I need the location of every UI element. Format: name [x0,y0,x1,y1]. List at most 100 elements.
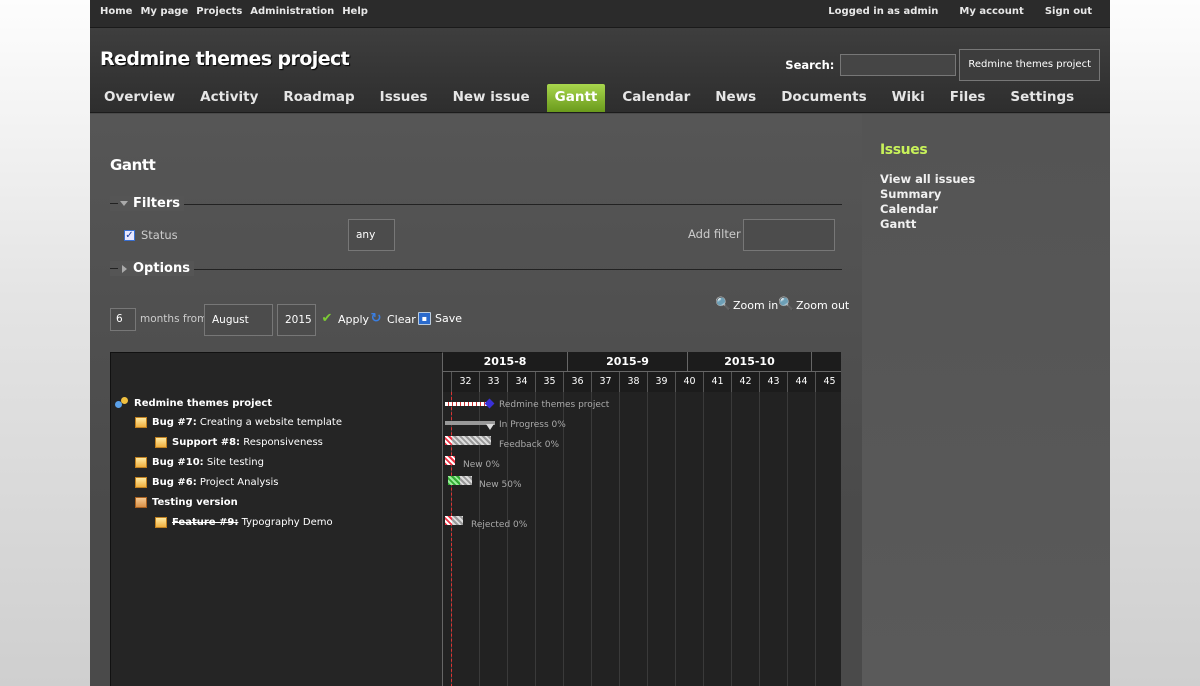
week-header: 42 [732,372,760,392]
status-operator-select[interactable]: any [348,219,395,251]
options-legend-label: Options [133,261,190,276]
filters-legend[interactable]: Filters [110,196,184,211]
gantt-row-issue[interactable]: Feature #9: Typography Demo [155,517,333,528]
week-column [732,392,760,686]
zoom-out-icon: 🔍 [778,297,795,312]
project-bar[interactable] [445,402,489,406]
week-column [760,392,788,686]
issue-bar-label: In Progress 0% [499,420,566,430]
tab-new-issue[interactable]: New issue [445,84,538,112]
zoom-in-label: Zoom in [733,298,779,312]
week-column [564,392,592,686]
gantt-row-version[interactable]: Testing version [135,497,238,508]
options-divider [110,269,842,270]
tab-issues[interactable]: Issues [372,84,436,112]
issue-subject: Project Analysis [199,477,279,488]
top-menu-projects[interactable]: Projects [196,6,242,17]
issue-bar-done [448,476,460,485]
year-select[interactable]: 2015 [277,304,316,336]
search-input[interactable] [840,54,957,76]
week-header: 44 [788,372,816,392]
top-menu-help[interactable]: Help [342,6,368,17]
months-from-label: months from [140,313,208,325]
issue-icon [155,437,167,448]
sidebar-link-calendar[interactable]: Calendar [880,202,1092,217]
gantt-row-issue[interactable]: Bug #6: Project Analysis [135,477,279,488]
sidebar-link-gantt[interactable]: Gantt [880,217,1092,232]
gantt-row-issue[interactable]: Bug #10: Site testing [135,457,264,468]
version-icon [135,497,147,508]
month-header: 2015-10 [688,352,812,372]
options-legend[interactable]: Options [110,261,194,276]
zoom-out-label: Zoom out [796,298,850,312]
status-label: Status [141,228,178,242]
sidebar-link-view-all-issues[interactable]: View all issues [880,172,1092,187]
months-input[interactable]: 6 [110,308,136,331]
week-header: 37 [592,372,620,392]
top-menu-my-page[interactable]: My page [140,6,188,17]
add-filter-select[interactable] [743,219,835,251]
zoom-in-button[interactable]: 🔍 Zoom in [715,298,778,312]
issue-bar-label: Feedback 0% [499,440,559,450]
gantt-row-project[interactable]: Redmine themes project [115,397,272,409]
issue-bar-late [445,436,452,445]
zoom-out-button[interactable]: 🔍 Zoom out [778,298,849,312]
tab-documents[interactable]: Documents [773,84,874,112]
week-header: 45 [816,372,841,392]
my-account-link[interactable]: My account [959,6,1023,17]
issue-icon [135,417,147,428]
top-menu-administration[interactable]: Administration [250,6,334,17]
issue-bar-label: Rejected 0% [471,520,528,530]
tab-wiki[interactable]: Wiki [884,84,933,112]
logged-in-as: Logged in as admin [828,6,939,17]
week-column [816,392,841,686]
gantt-row-issue[interactable]: Support #8: Responsiveness [155,437,323,448]
sidebar-link-summary[interactable]: Summary [880,187,1092,202]
tab-roadmap[interactable]: Roadmap [275,84,362,112]
month-select[interactable]: August [204,304,273,336]
issue-subject: Site testing [206,457,264,468]
tab-files[interactable]: Files [942,84,994,112]
week-header: 33 [480,372,508,392]
issue-icon [135,457,147,468]
week-header: 41 [704,372,732,392]
filters-legend-label: Filters [133,196,180,211]
issue-icon [135,477,147,488]
top-menu-home[interactable]: Home [100,6,132,17]
month-header-next [812,352,841,372]
issue-prefix: Support #8: [172,437,241,448]
gantt-row-issue[interactable]: Bug #7: Creating a website template [135,417,342,428]
gantt-chart: 2015-8 2015-9 2015-10 32 33 34 35 36 37 … [443,352,841,686]
issue-subject: Typography Demo [241,517,333,528]
tab-calendar[interactable]: Calendar [614,84,698,112]
issue-subject: Creating a website template [199,417,342,428]
gantt-row-subject: Redmine themes project [134,397,273,409]
clear-button[interactable]: ↻ Clear [369,312,416,326]
tab-news[interactable]: News [707,84,764,112]
tab-settings[interactable]: Settings [1002,84,1082,112]
project-bar-label: Redmine themes project [499,400,610,410]
week-header: 39 [648,372,676,392]
tab-activity[interactable]: Activity [192,84,266,112]
week-column [536,392,564,686]
save-label: Save [435,312,463,325]
sign-out-link[interactable]: Sign out [1045,6,1092,17]
tab-gantt[interactable]: Gantt [546,84,606,112]
status-checkbox[interactable]: ✓ [124,230,135,241]
issue-bar[interactable] [445,456,455,465]
save-button[interactable]: ▪ Save [418,312,462,325]
issue-subject: Responsiveness [243,437,323,448]
issue-prefix: Bug #6: [152,477,197,488]
tab-overview[interactable]: Overview [96,84,183,112]
floppy-save-icon: ▪ [418,312,431,325]
header: Redmine themes project Search: Redmine t… [90,28,1110,113]
week-column [508,392,536,686]
week-column [788,392,816,686]
project-icon [115,397,129,409]
project-jump-select[interactable]: Redmine themes project [959,49,1100,81]
week-column [648,392,676,686]
issue-bar-label: New 50% [479,480,522,490]
milestone-marker-icon [486,424,494,430]
apply-button[interactable]: ✔ Apply [320,312,370,326]
issue-bar-label: New 0% [463,460,500,470]
